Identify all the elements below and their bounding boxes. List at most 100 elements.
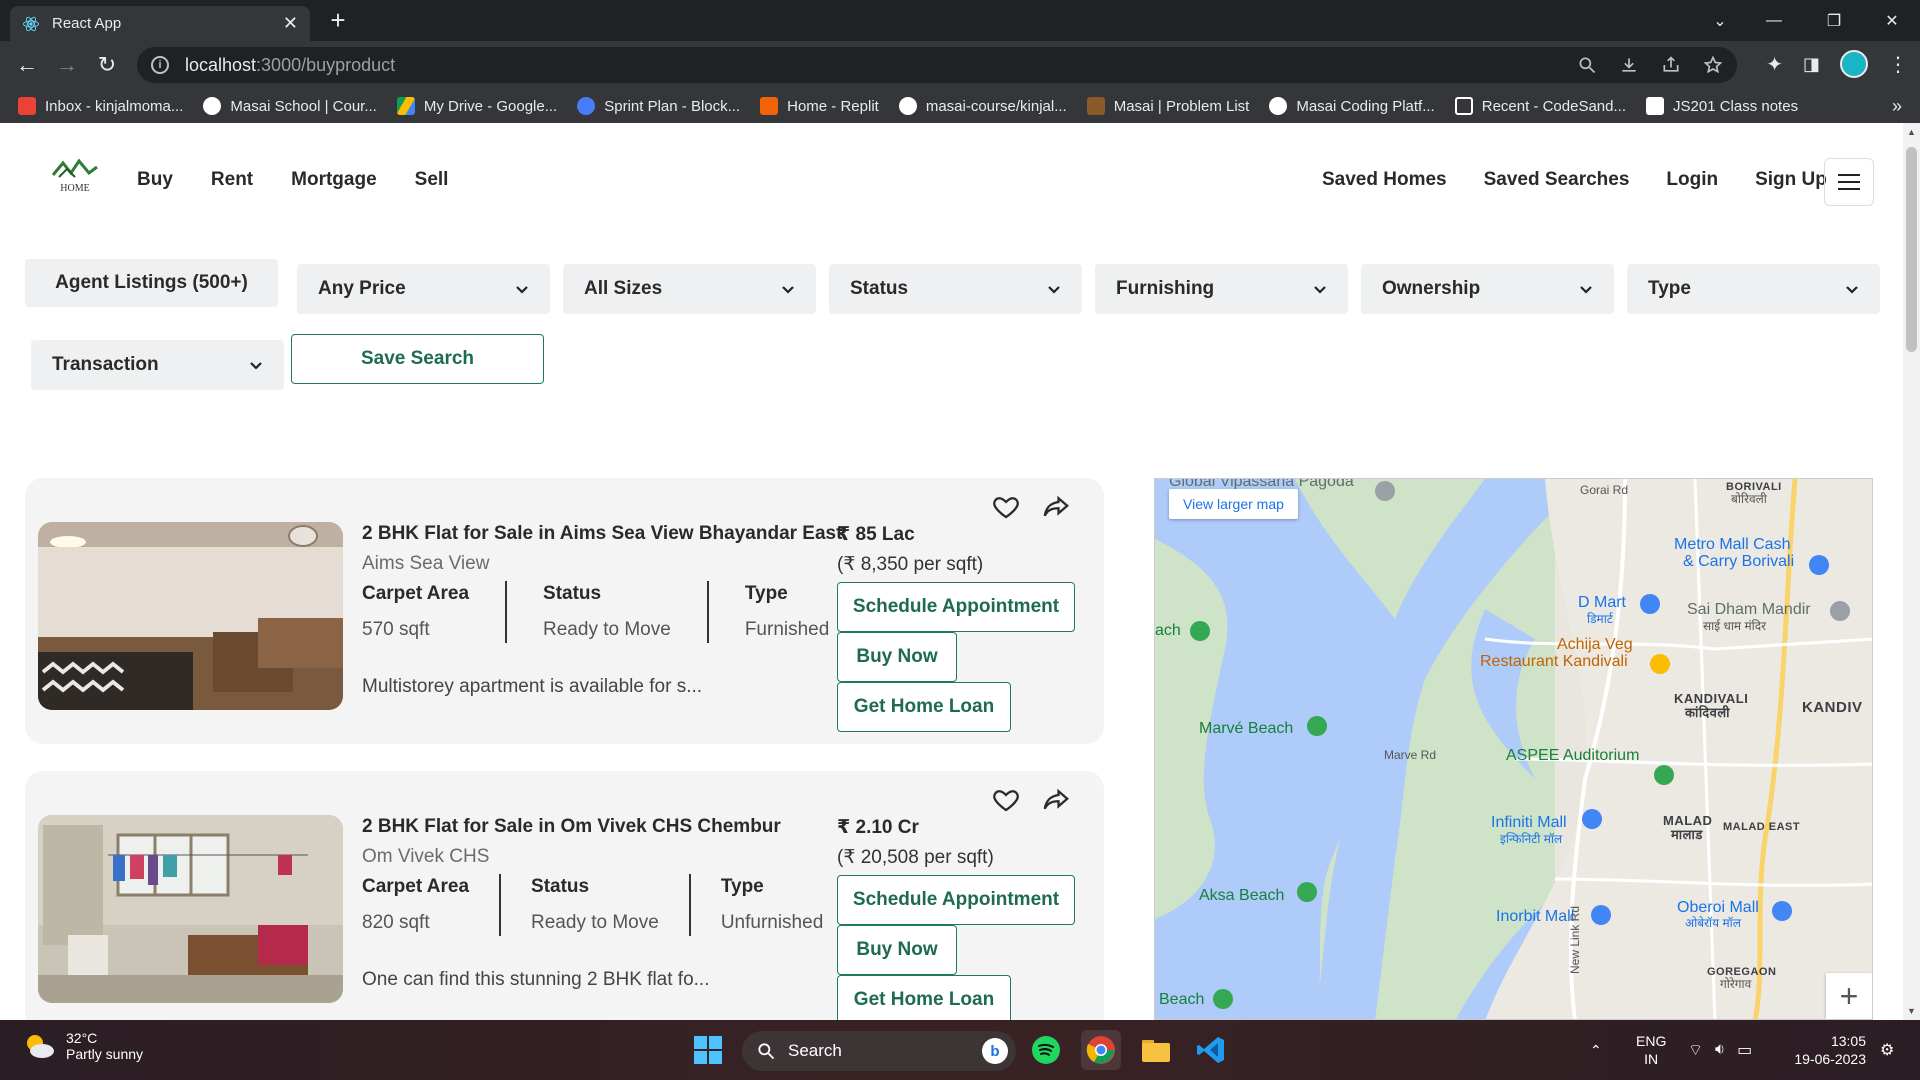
property-photo[interactable] bbox=[38, 522, 343, 710]
clock[interactable]: 13:05 19-06-2023 bbox=[1790, 1020, 1866, 1080]
install-icon[interactable] bbox=[1619, 55, 1639, 75]
scroll-thumb[interactable] bbox=[1906, 147, 1917, 352]
location-map[interactable]: Global Vipassana Pagoda Gorai Rd BORIVAL… bbox=[1154, 478, 1873, 1020]
bookmark-item[interactable]: Masai Coding Platf... bbox=[1269, 97, 1435, 115]
transaction-filter[interactable]: Transaction bbox=[31, 340, 284, 390]
heart-icon[interactable] bbox=[991, 492, 1021, 522]
bookmark-item[interactable]: Inbox - kinjalmoma... bbox=[18, 97, 183, 115]
notification-icon[interactable]: ⚙ bbox=[1880, 1020, 1894, 1080]
forward-icon[interactable]: → bbox=[52, 50, 82, 80]
tab-close-icon[interactable]: ✕ bbox=[283, 13, 298, 34]
heart-icon[interactable] bbox=[991, 785, 1021, 815]
url-host: localhost bbox=[185, 54, 257, 75]
windows-taskbar: 32°C Partly sunny Search b ⌃ ENG IN ⌔ 🔉︎… bbox=[0, 1020, 1920, 1080]
map-label: बोरिवली bbox=[1731, 492, 1767, 506]
hamburger-menu-icon[interactable] bbox=[1824, 158, 1874, 206]
type-filter[interactable]: Type bbox=[1627, 264, 1880, 314]
property-photo[interactable] bbox=[38, 815, 343, 1003]
file-explorer-icon[interactable] bbox=[1136, 1030, 1176, 1070]
bookmark-star-icon[interactable] bbox=[1703, 55, 1723, 75]
restore-icon[interactable]: ❐ bbox=[1806, 0, 1862, 41]
minimize-icon[interactable]: — bbox=[1746, 0, 1802, 41]
battery-icon[interactable]: ▭ bbox=[1737, 1040, 1752, 1060]
page-scrollbar[interactable]: ▲ ▼ bbox=[1903, 123, 1920, 1020]
scroll-up-icon[interactable]: ▲ bbox=[1903, 127, 1920, 137]
home-seeker-logo[interactable]: HOME bbox=[49, 155, 101, 203]
bookmark-item[interactable]: My Drive - Google... bbox=[396, 97, 557, 115]
tab-title: React App bbox=[52, 15, 122, 32]
new-tab-icon[interactable]: + bbox=[323, 6, 353, 36]
address-bar[interactable]: i localhost:3000/buyproduct bbox=[137, 47, 1737, 83]
bookmark-item[interactable]: Masai School | Cour... bbox=[203, 97, 377, 115]
ownership-filter[interactable]: Ownership bbox=[1361, 264, 1614, 314]
nav-login[interactable]: Login bbox=[1666, 169, 1718, 191]
listing-title[interactable]: 2 BHK Flat for Sale in Aims Sea View Bha… bbox=[362, 523, 842, 545]
nav-buy[interactable]: Buy bbox=[137, 169, 173, 191]
listing-card[interactable]: 2 BHK Flat for Sale in Aims Sea View Bha… bbox=[25, 478, 1104, 744]
weather-widget[interactable]: 32°C Partly sunny bbox=[22, 1030, 143, 1062]
tab-search-icon[interactable]: ⌄ bbox=[1692, 0, 1748, 41]
status-filter[interactable]: Status bbox=[829, 264, 1082, 314]
vscode-icon[interactable] bbox=[1191, 1030, 1231, 1070]
side-panel-icon[interactable]: ◨ bbox=[1803, 54, 1820, 75]
get-home-loan-button[interactable]: Get Home Loan bbox=[837, 682, 1011, 732]
back-icon[interactable]: ← bbox=[12, 50, 42, 80]
bookmark-label: Sprint Plan - Block... bbox=[604, 97, 741, 115]
bookmark-item[interactable]: masai-course/kinjal... bbox=[898, 97, 1067, 115]
spotify-icon[interactable] bbox=[1026, 1030, 1066, 1070]
bookmark-item[interactable]: Home - Replit bbox=[760, 97, 879, 115]
browser-tab[interactable]: React App ✕ bbox=[10, 6, 310, 41]
nav-saved-homes[interactable]: Saved Homes bbox=[1322, 169, 1447, 191]
bookmark-item[interactable]: JS201 Class notes bbox=[1646, 97, 1798, 115]
view-larger-map-link[interactable]: View larger map bbox=[1169, 489, 1298, 519]
filter-label: All Sizes bbox=[584, 278, 663, 299]
nav-sell[interactable]: Sell bbox=[415, 169, 449, 191]
share-arrow-icon[interactable] bbox=[1041, 785, 1071, 815]
codesandbox-icon bbox=[1454, 97, 1473, 115]
map-label: Marvé Beach bbox=[1199, 720, 1294, 737]
more-bookmarks-icon[interactable]: » bbox=[1892, 96, 1902, 117]
bing-icon[interactable]: b bbox=[982, 1038, 1008, 1064]
close-window-icon[interactable]: ✕ bbox=[1864, 0, 1920, 41]
scroll-down-icon[interactable]: ▼ bbox=[1903, 1006, 1920, 1016]
share-icon[interactable] bbox=[1661, 55, 1681, 75]
get-home-loan-button[interactable]: Get Home Loan bbox=[837, 975, 1011, 1020]
profile-avatar[interactable] bbox=[1840, 50, 1868, 78]
size-filter[interactable]: All Sizes bbox=[563, 264, 816, 314]
chrome-menu-icon[interactable]: ⋮ bbox=[1888, 52, 1908, 77]
map-label: कांदिवली bbox=[1685, 705, 1731, 720]
show-hidden-icons[interactable]: ⌃ bbox=[1590, 1020, 1602, 1080]
chevron-down-icon bbox=[782, 286, 794, 294]
bookmark-item[interactable]: Recent - CodeSand... bbox=[1454, 97, 1626, 115]
nav-signup[interactable]: Sign Up bbox=[1755, 169, 1827, 191]
save-search-button[interactable]: Save Search bbox=[291, 334, 544, 384]
zoom-in-icon[interactable]: + bbox=[1826, 973, 1872, 1019]
bookmark-label: Recent - CodeSand... bbox=[1481, 97, 1626, 115]
share-arrow-icon[interactable] bbox=[1041, 492, 1071, 522]
buy-now-button[interactable]: Buy Now bbox=[837, 632, 957, 682]
system-tray[interactable]: ⌔ 🔉︎ ▭ bbox=[1688, 1020, 1752, 1080]
agent-listings-chip[interactable]: Agent Listings (500+) bbox=[25, 259, 278, 307]
zoom-search-icon[interactable] bbox=[1577, 55, 1597, 75]
language-indicator[interactable]: ENG IN bbox=[1636, 1020, 1666, 1080]
bookmark-item[interactable]: Masai | Problem List bbox=[1086, 97, 1249, 115]
price-filter[interactable]: Any Price bbox=[297, 264, 550, 314]
site-info-icon[interactable]: i bbox=[151, 56, 169, 74]
chrome-taskbar-icon[interactable] bbox=[1081, 1030, 1121, 1070]
windows-start-icon[interactable] bbox=[688, 1030, 728, 1070]
furnishing-filter[interactable]: Furnishing bbox=[1095, 264, 1348, 314]
wifi-icon[interactable]: ⌔ bbox=[1688, 1040, 1703, 1060]
volume-icon[interactable]: 🔉︎ bbox=[1715, 1041, 1725, 1059]
listing-card[interactable]: 2 BHK Flat for Sale in Om Vivek CHS Chem… bbox=[25, 771, 1104, 1020]
nav-rent[interactable]: Rent bbox=[211, 169, 253, 191]
listing-title[interactable]: 2 BHK Flat for Sale in Om Vivek CHS Chem… bbox=[362, 816, 781, 838]
buy-now-button[interactable]: Buy Now bbox=[837, 925, 957, 975]
schedule-appointment-button[interactable]: Schedule Appointment bbox=[837, 582, 1075, 632]
nav-mortgage[interactable]: Mortgage bbox=[291, 169, 377, 191]
extensions-icon[interactable]: ✦ bbox=[1766, 52, 1783, 77]
bookmark-item[interactable]: Sprint Plan - Block... bbox=[577, 97, 740, 115]
nav-saved-searches[interactable]: Saved Searches bbox=[1484, 169, 1630, 191]
taskbar-search[interactable]: Search b bbox=[742, 1031, 1016, 1071]
schedule-appointment-button[interactable]: Schedule Appointment bbox=[837, 875, 1075, 925]
reload-icon[interactable]: ↻ bbox=[92, 50, 122, 80]
